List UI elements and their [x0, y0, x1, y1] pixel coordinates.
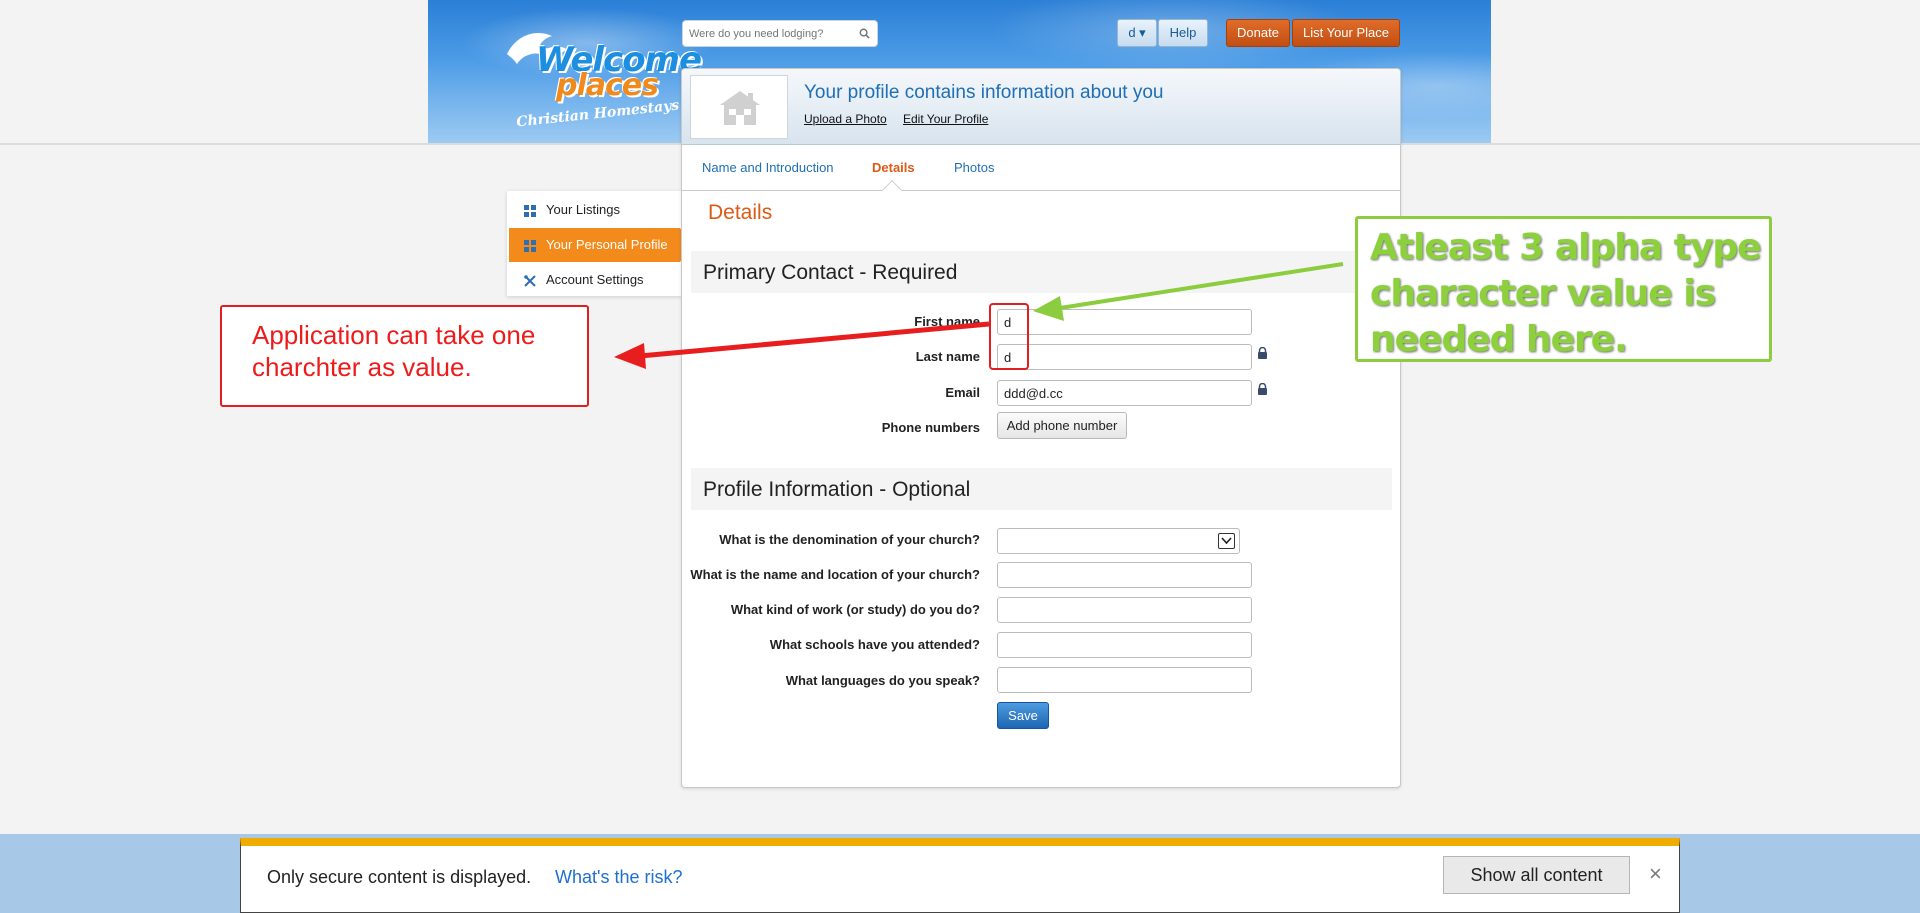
red-annotation-box: Application can take one charchter as va…: [220, 305, 589, 407]
grid-icon: [524, 240, 536, 252]
site-logo[interactable]: Welcome places Christian Homestays: [498, 18, 702, 131]
work-label: What kind of work (or study) do you do?: [730, 602, 980, 617]
sidebar-item-label: Your Personal Profile: [546, 237, 668, 252]
show-all-content-button[interactable]: Show all content: [1443, 856, 1630, 894]
tab-details[interactable]: Details: [872, 160, 915, 175]
lock-icon: [1258, 347, 1267, 359]
security-message: Only secure content is displayed.: [267, 867, 532, 887]
profile-information-section: Profile Information - Optional: [691, 468, 1392, 510]
save-button[interactable]: Save: [997, 702, 1049, 729]
section-heading: Profile Information - Optional: [703, 478, 971, 501]
active-tab-indicator: [882, 180, 902, 200]
sidebar-item-listings[interactable]: Your Listings: [509, 193, 680, 227]
profile-photo-placeholder[interactable]: [690, 75, 788, 139]
add-phone-number-button[interactable]: Add phone number: [997, 412, 1127, 439]
donate-button[interactable]: Donate: [1226, 19, 1290, 47]
whats-the-risk-link[interactable]: What's the risk?: [555, 867, 682, 888]
schools-label: What schools have you attended?: [769, 637, 980, 652]
lodging-search[interactable]: [682, 20, 878, 47]
edit-profile-link[interactable]: Edit Your Profile: [903, 112, 988, 126]
email-label: Email: [945, 385, 980, 400]
profile-header: Your profile contains information about …: [682, 69, 1400, 145]
sidebar-item-label: Account Settings: [546, 272, 644, 287]
upload-photo-link[interactable]: Upload a Photo: [804, 112, 887, 126]
church-label: What is the name and location of your ch…: [690, 567, 980, 582]
details-heading: Details: [708, 201, 773, 224]
primary-contact-section: Primary Contact - Required: [691, 251, 1392, 293]
denomination-label: What is the denomination of your church?: [719, 532, 980, 547]
name-fields-highlight: [989, 303, 1029, 370]
profile-title: Your profile contains information about …: [804, 82, 1164, 103]
logo-places-text: places: [556, 68, 659, 103]
user-menu-button[interactable]: d ▾: [1117, 19, 1157, 47]
close-icon[interactable]: ×: [1649, 861, 1662, 887]
list-your-place-button[interactable]: List Your Place: [1292, 19, 1400, 47]
schools-field[interactable]: [997, 632, 1252, 658]
help-button[interactable]: Help: [1158, 19, 1208, 47]
house-icon: [720, 91, 760, 125]
last-name-field[interactable]: [997, 344, 1252, 370]
lock-icon: [1258, 383, 1267, 395]
account-side-menu: Your Listings Your Personal Profile Acco…: [507, 191, 692, 297]
security-notification-bar: Only secure content is displayed. What's…: [240, 838, 1680, 913]
sidebar-item-personal-profile[interactable]: Your Personal Profile: [509, 228, 692, 262]
languages-field[interactable]: [997, 667, 1252, 693]
green-annotation-box: Atleast 3 alpha type character value is …: [1355, 216, 1772, 362]
section-heading: Primary Contact - Required: [703, 261, 958, 284]
grid-icon: [524, 205, 536, 217]
sidebar-item-account-settings[interactable]: Account Settings: [509, 263, 680, 297]
last-name-label: Last name: [915, 349, 980, 364]
denomination-select[interactable]: [997, 528, 1240, 554]
profile-tabs: Name and Introduction Details Photos: [682, 146, 1400, 200]
chevron-down-icon[interactable]: [1218, 533, 1235, 549]
phone-numbers-label: Phone numbers: [881, 420, 980, 435]
tools-icon: [524, 275, 536, 287]
search-input[interactable]: [683, 21, 848, 46]
first-name-field[interactable]: [997, 309, 1252, 335]
search-icon[interactable]: [859, 28, 870, 39]
church-field[interactable]: [997, 562, 1252, 588]
green-annotation-text: Atleast 3 alpha type character value is …: [1370, 227, 1762, 360]
work-field[interactable]: [997, 597, 1252, 623]
first-name-label: First name: [914, 314, 980, 329]
tab-name-and-introduction[interactable]: Name and Introduction: [702, 160, 834, 175]
tab-photos[interactable]: Photos: [954, 160, 994, 175]
profile-card: Your profile contains information about …: [681, 68, 1401, 788]
red-annotation-text: Application can take one charchter as va…: [252, 320, 536, 382]
sidebar-item-label: Your Listings: [546, 202, 620, 217]
email-field[interactable]: [997, 380, 1252, 406]
languages-label: What languages do you speak?: [785, 673, 980, 688]
